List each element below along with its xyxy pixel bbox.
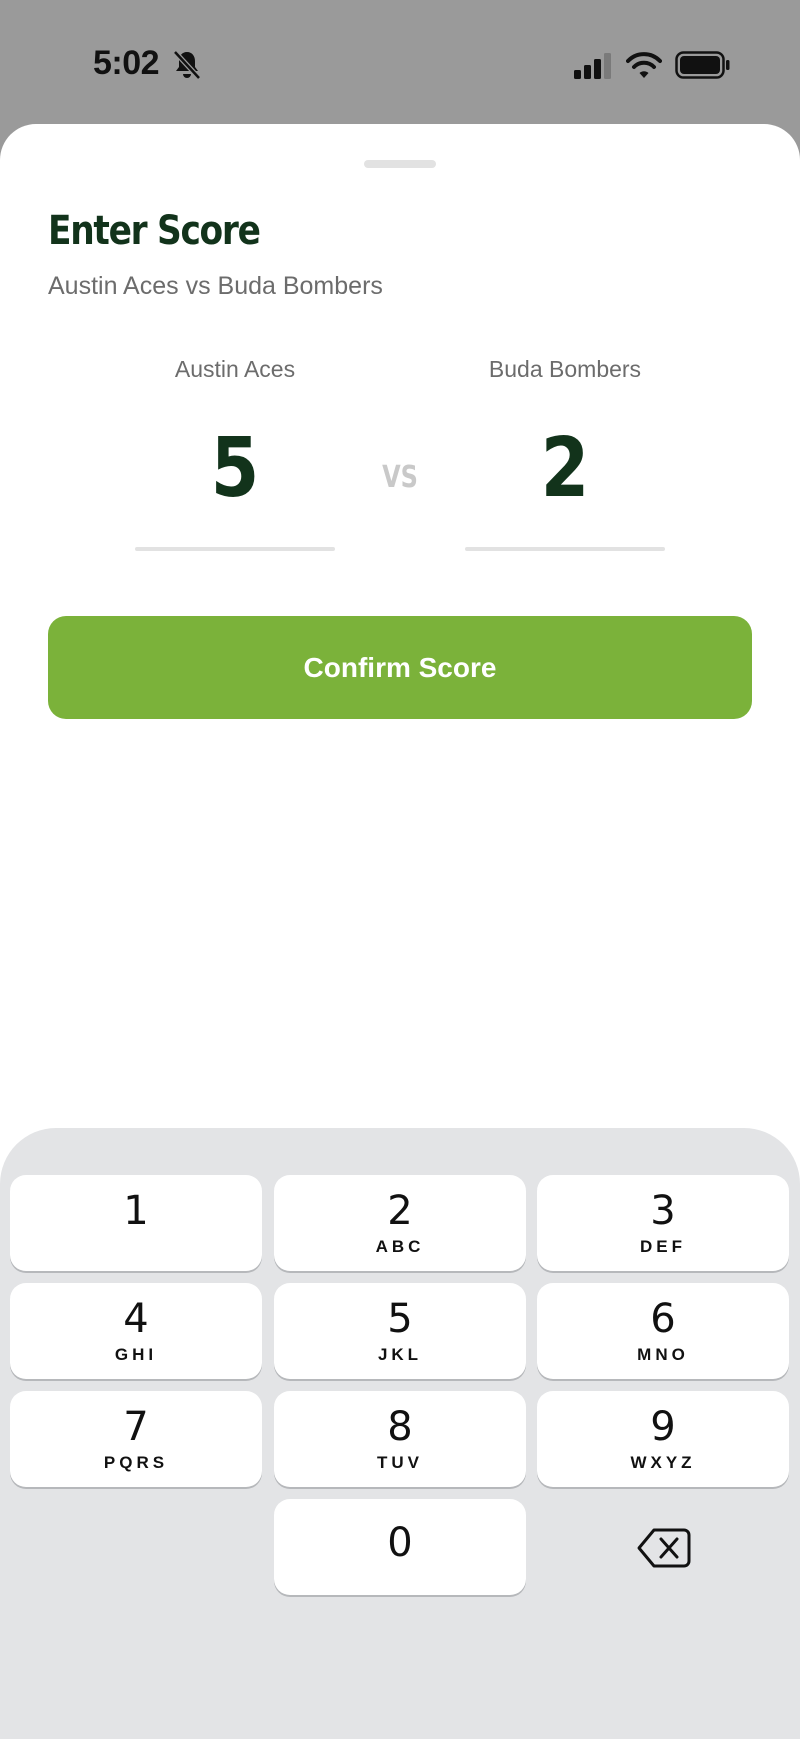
key-letters: WXYZ: [630, 1453, 696, 1472]
sheet-title: Enter Score: [48, 208, 261, 254]
key-0[interactable]: 0: [274, 1499, 526, 1595]
key-1[interactable]: 1: [10, 1175, 262, 1271]
key-digit: 6: [650, 1296, 676, 1342]
key-letters: ABC: [375, 1237, 425, 1256]
cellular-signal-icon: [574, 53, 611, 79]
key-digit: 8: [387, 1404, 413, 1450]
key-letters: GHI: [114, 1345, 158, 1364]
backspace-button[interactable]: [537, 1499, 789, 1595]
home-score-underline: [135, 547, 335, 551]
numeric-keypad: 1 2 ABC 3 DEF 4 GHI 5 JKL 6 MNO 7 PQRS 8…: [0, 1128, 800, 1739]
home-team-name: Austin Aces: [174, 356, 296, 382]
key-6[interactable]: 6 MNO: [537, 1283, 789, 1379]
home-team-score-field[interactable]: Austin Aces 5: [135, 356, 335, 551]
key-3[interactable]: 3 DEF: [537, 1175, 789, 1271]
delete-backspace-icon: [637, 1528, 691, 1568]
key-letters: JKL: [377, 1345, 423, 1364]
away-team-score-input[interactable]: 2: [480, 423, 650, 515]
status-time: 5:02: [93, 44, 160, 82]
bell-slash-icon: [173, 50, 201, 80]
key-digit: 9: [650, 1404, 676, 1450]
match-subtitle: Austin Aces vs Buda Bombers: [48, 272, 383, 300]
battery-icon: [675, 51, 730, 79]
away-team-score-field[interactable]: Buda Bombers 2: [465, 356, 665, 551]
away-team-name: Buda Bombers: [488, 356, 642, 382]
key-digit: 2: [387, 1188, 413, 1234]
key-5[interactable]: 5 JKL: [274, 1283, 526, 1379]
status-bar: 5:02: [0, 0, 800, 124]
key-digit: 3: [650, 1188, 676, 1234]
key-letters: TUV: [377, 1453, 423, 1472]
key-7[interactable]: 7 PQRS: [10, 1391, 262, 1487]
key-8[interactable]: 8 TUV: [274, 1391, 526, 1487]
key-letters: MNO: [637, 1345, 689, 1364]
home-team-score-input[interactable]: 5: [150, 423, 320, 515]
key-letters: PQRS: [103, 1453, 169, 1472]
confirm-score-button[interactable]: Confirm Score: [48, 616, 752, 719]
key-digit: 5: [387, 1296, 413, 1342]
key-digit: 7: [123, 1404, 149, 1450]
key-digit: 4: [123, 1296, 149, 1342]
vs-label: VS: [382, 460, 418, 495]
key-9[interactable]: 9 WXYZ: [537, 1391, 789, 1487]
key-4[interactable]: 4 GHI: [10, 1283, 262, 1379]
wifi-icon: [626, 52, 662, 78]
sheet-grabber-handle[interactable]: [364, 160, 436, 168]
key-2[interactable]: 2 ABC: [274, 1175, 526, 1271]
away-score-underline: [465, 547, 665, 551]
key-letters: DEF: [640, 1237, 686, 1256]
key-digit: 0: [387, 1520, 413, 1566]
key-digit: 1: [123, 1188, 149, 1234]
